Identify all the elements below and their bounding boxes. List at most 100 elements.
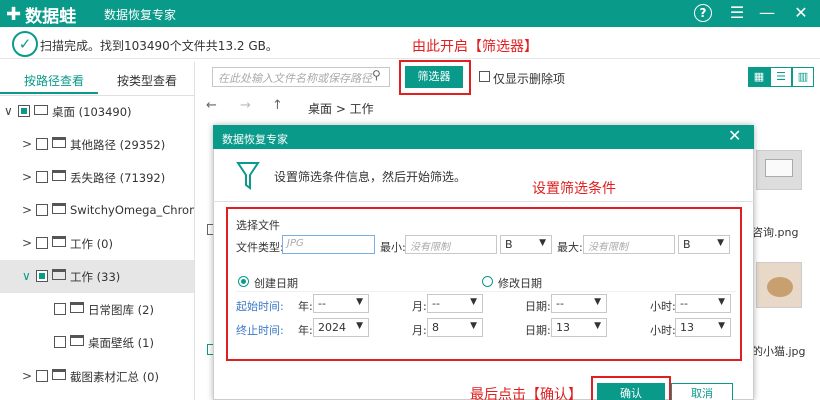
check-icon: ✓ bbox=[12, 31, 38, 57]
dialog-title: 数据恢复专家 bbox=[222, 133, 288, 146]
month-label: 月: bbox=[412, 324, 427, 337]
create-date-label: 创建日期 bbox=[254, 277, 298, 290]
dialog-description: 设置筛选条件信息，然后开始筛选。 bbox=[274, 170, 467, 184]
checkbox[interactable] bbox=[36, 171, 48, 183]
folder-icon bbox=[70, 302, 84, 313]
file-name: 咨询.png bbox=[752, 226, 799, 239]
min-unit-select[interactable]: B ▼ bbox=[500, 235, 552, 254]
plus-logo-icon: ✚ bbox=[6, 3, 22, 25]
max-unit-select[interactable]: B ▼ bbox=[678, 235, 730, 254]
file-type-input[interactable]: JPG bbox=[282, 235, 375, 254]
chevron-right-icon[interactable]: > bbox=[22, 203, 32, 217]
folder-icon bbox=[52, 170, 66, 181]
folder-icon bbox=[52, 369, 66, 380]
end-day-select[interactable]: 13 ▼ bbox=[551, 318, 607, 337]
start-month-select[interactable]: -- ▼ bbox=[427, 294, 483, 313]
chevron-down-icon[interactable]: ∨ bbox=[22, 269, 31, 283]
tree-item-label: 其他路径 (29352) bbox=[70, 138, 166, 152]
chevron-right-icon[interactable]: > bbox=[22, 170, 32, 184]
month-label: 月: bbox=[412, 300, 427, 313]
checkbox[interactable] bbox=[18, 105, 30, 117]
checkbox[interactable] bbox=[54, 336, 66, 348]
file-name: 的小猫.jpg bbox=[752, 345, 806, 358]
caret-down-icon: ▼ bbox=[718, 297, 725, 307]
file-thumbnail[interactable] bbox=[756, 262, 802, 308]
tree-item-lost-paths[interactable]: > 丢失路径 (71392) bbox=[0, 161, 194, 194]
max-unit-value: B bbox=[683, 238, 691, 251]
start-hour-value: -- bbox=[680, 297, 688, 310]
end-month-select[interactable]: 8 ▼ bbox=[427, 318, 483, 337]
chevron-down-icon[interactable]: ∨ bbox=[4, 104, 13, 118]
up-arrow-icon[interactable]: ↑ bbox=[272, 98, 283, 113]
checkbox[interactable] bbox=[36, 204, 48, 216]
tree-item-daily-gallery[interactable]: 日常图库 (2) bbox=[0, 293, 194, 326]
chevron-right-icon[interactable]: > bbox=[22, 236, 32, 250]
chevron-right-icon[interactable]: > bbox=[22, 369, 32, 383]
tree-item-label: SwitchyOmega_Chromium bbox=[70, 203, 194, 217]
start-year-value: -- bbox=[318, 297, 326, 310]
start-year-select[interactable]: -- ▼ bbox=[313, 294, 369, 313]
tree-item-label: 桌面 (103490) bbox=[52, 105, 132, 119]
scan-status-text: 扫描完成。找到103490个文件共13.2 GB。 bbox=[40, 39, 278, 53]
close-icon[interactable]: ✕ bbox=[728, 126, 741, 145]
grid-view-icon[interactable]: ▦ bbox=[748, 67, 770, 87]
end-time-label: 终止时间: bbox=[236, 324, 284, 337]
tree-item-label: 桌面壁纸 (1) bbox=[88, 336, 154, 350]
folder-icon bbox=[52, 236, 66, 247]
tree-item-wallpaper[interactable]: 桌面壁纸 (1) bbox=[0, 326, 194, 359]
min-unit-value: B bbox=[505, 238, 513, 251]
modify-date-radio[interactable] bbox=[482, 276, 493, 287]
help-icon[interactable]: ? bbox=[694, 4, 712, 22]
checkbox[interactable] bbox=[54, 303, 66, 315]
hour-label: 小时: bbox=[650, 300, 676, 313]
caret-down-icon: ▼ bbox=[356, 297, 363, 307]
forward-arrow-icon[interactable]: → bbox=[240, 98, 251, 113]
start-day-select[interactable]: -- ▼ bbox=[551, 294, 607, 313]
end-month-value: 8 bbox=[432, 321, 439, 334]
tree-item-work-33[interactable]: ∨ 工作 (33) bbox=[0, 260, 194, 293]
caret-down-icon: ▼ bbox=[718, 321, 725, 331]
tree-item-screenshots[interactable]: > 截图素材汇总 (0) bbox=[0, 360, 194, 393]
max-size-input[interactable]: 没有限制 bbox=[583, 235, 675, 254]
tree-item-label: 日常图库 (2) bbox=[88, 303, 154, 317]
filter-button[interactable]: 筛选器 bbox=[405, 66, 463, 88]
tab-by-type[interactable]: 按类型查看 bbox=[117, 72, 177, 89]
caret-down-icon: ▼ bbox=[717, 238, 724, 248]
end-year-select[interactable]: 2024 ▼ bbox=[313, 318, 369, 337]
show-deleted-checkbox[interactable] bbox=[479, 71, 490, 82]
minimize-icon[interactable]: — bbox=[756, 2, 778, 24]
tab-by-path[interactable]: 按路径查看 bbox=[24, 72, 84, 89]
list-view-icon[interactable]: ☰ bbox=[770, 67, 792, 87]
checkbox[interactable] bbox=[36, 237, 48, 249]
start-hour-select[interactable]: -- ▼ bbox=[675, 294, 731, 313]
search-icon[interactable]: ⚲ bbox=[372, 68, 381, 82]
funnel-icon bbox=[236, 162, 260, 190]
end-hour-select[interactable]: 13 ▼ bbox=[675, 318, 731, 337]
min-size-label: 最小: bbox=[380, 241, 406, 254]
checkbox[interactable] bbox=[36, 370, 48, 382]
file-thumbnail[interactable] bbox=[756, 150, 802, 190]
caret-down-icon: ▼ bbox=[470, 321, 477, 331]
dialog-title-bar bbox=[213, 125, 754, 149]
checkbox[interactable] bbox=[36, 270, 48, 282]
tree-item-other-paths[interactable]: > 其他路径 (29352) bbox=[0, 128, 194, 161]
close-icon[interactable]: ✕ bbox=[790, 2, 812, 24]
cancel-button[interactable]: 取消 bbox=[671, 383, 733, 400]
checkbox[interactable] bbox=[36, 138, 48, 150]
back-arrow-icon[interactable]: ← bbox=[206, 98, 217, 113]
year-label: 年: bbox=[298, 300, 313, 313]
caret-down-icon: ▼ bbox=[594, 321, 601, 331]
section-title: 选择文件 bbox=[236, 219, 280, 232]
menu-icon[interactable]: ☰ bbox=[726, 2, 748, 24]
chevron-right-icon[interactable]: > bbox=[22, 137, 32, 151]
confirm-button[interactable]: 确认 bbox=[597, 383, 665, 400]
detail-view-icon[interactable]: ▥ bbox=[792, 67, 814, 87]
tree-item-switchyomega[interactable]: > SwitchyOmega_Chromium bbox=[0, 194, 194, 227]
create-date-radio[interactable] bbox=[238, 276, 249, 287]
active-tab-indicator bbox=[0, 92, 98, 94]
tree-item-desktop[interactable]: ∨ 桌面 (103490) bbox=[0, 95, 194, 128]
max-size-label: 最大: bbox=[557, 241, 583, 254]
min-size-input[interactable]: 没有限制 bbox=[405, 235, 497, 254]
tree-item-work-0[interactable]: > 工作 (0) bbox=[0, 227, 194, 260]
breadcrumb: 桌面 > 工作 bbox=[308, 102, 374, 116]
